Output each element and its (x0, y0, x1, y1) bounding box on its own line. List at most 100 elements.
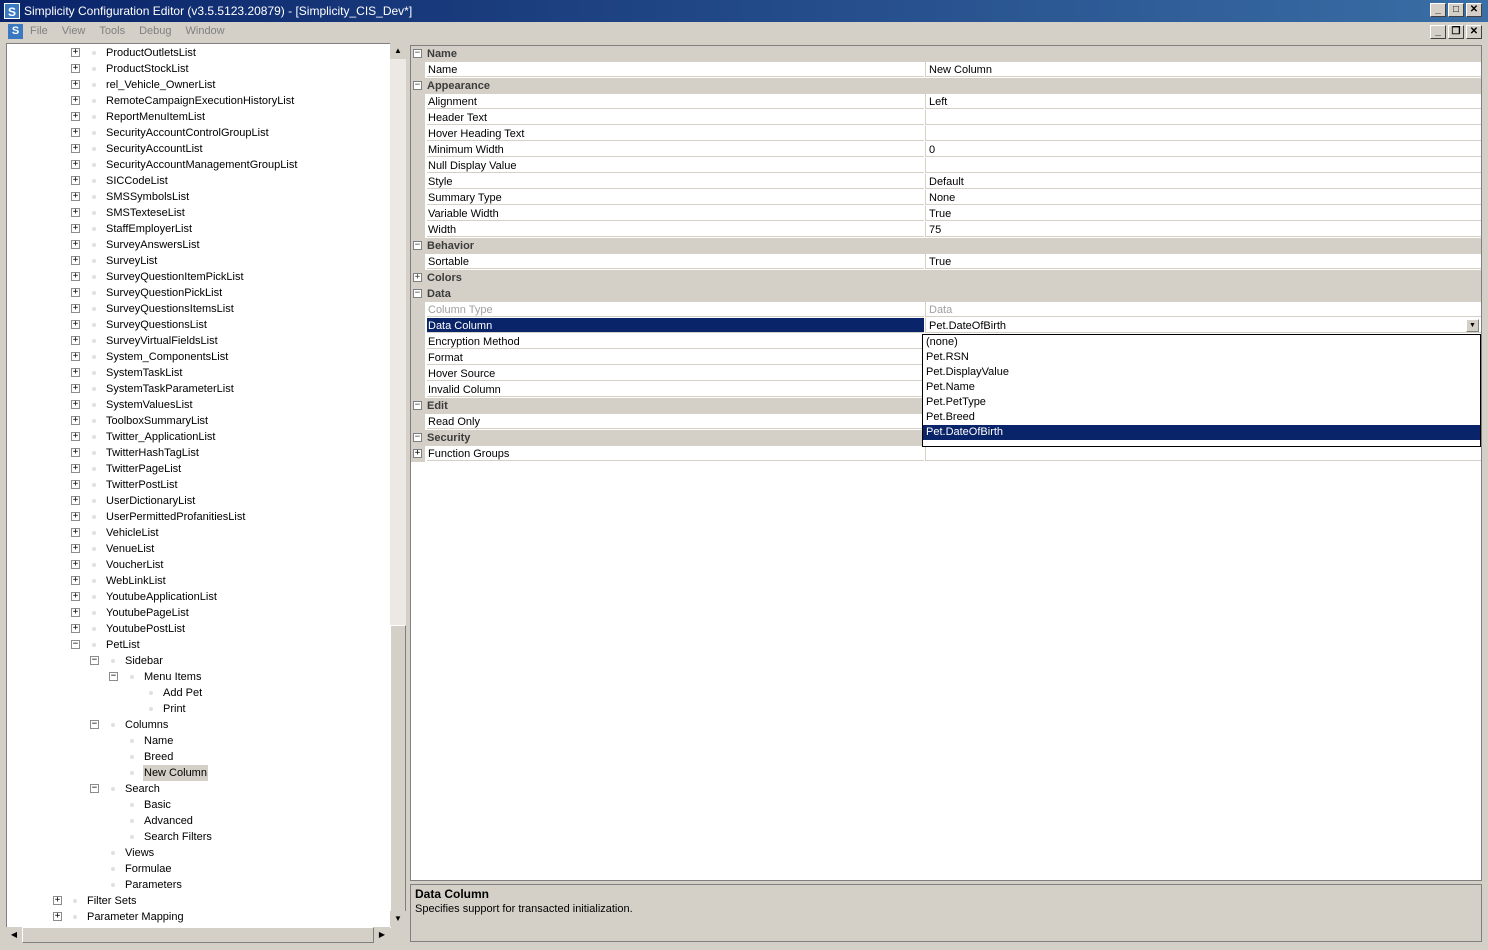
expand-plus-icon[interactable]: + (71, 560, 80, 569)
tree-node-label[interactable]: SurveyList (105, 253, 158, 269)
tree-node-label[interactable]: ReportMenuItemList (105, 109, 206, 125)
property-category[interactable]: + Colors (411, 270, 1481, 286)
tree-node-label[interactable]: VoucherList (105, 557, 164, 573)
property-value[interactable]: New Column (925, 62, 1481, 77)
tree-node-label[interactable]: SystemTaskParameterList (105, 381, 235, 397)
menu-item-file[interactable]: File (30, 25, 48, 37)
tree-node[interactable]: + VenueList (7, 541, 391, 557)
expand-plus-icon[interactable]: + (71, 608, 80, 617)
expand-plus-icon[interactable]: + (71, 240, 80, 249)
tree-node-label[interactable]: Breed (143, 749, 174, 765)
expand-plus-icon[interactable]: + (71, 272, 80, 281)
tree-node-label[interactable]: Name (143, 733, 174, 749)
tree-node[interactable]: + YoutubeApplicationList (7, 589, 391, 605)
tree-node[interactable]: + rel_Vehicle_OwnerList (7, 77, 391, 93)
property-row[interactable]: Name New Column (411, 62, 1481, 78)
property-name[interactable]: Alignment (427, 94, 924, 109)
tree-node-label[interactable]: Twitter_ApplicationList (105, 429, 216, 445)
expand-plus-icon[interactable]: + (71, 544, 80, 553)
tree-node-label[interactable]: WebLinkList (105, 573, 167, 589)
property-name[interactable]: Invalid Column (427, 382, 924, 397)
expand-plus-icon[interactable]: + (71, 384, 80, 393)
property-name[interactable]: Name (427, 62, 924, 77)
tree-node[interactable]: − PetList (7, 637, 391, 653)
expand-plus-icon[interactable]: + (71, 48, 80, 57)
property-value[interactable]: Data (925, 302, 1481, 317)
property-name[interactable]: Header Text (427, 110, 924, 125)
collapse-minus-icon[interactable]: − (413, 401, 422, 410)
data-column-dropdown-list[interactable]: (none) Pet.RSN Pet.DisplayValue Pet.Name Pet… (922, 334, 1481, 447)
tree-node[interactable]: + VoucherList (7, 557, 391, 573)
tree-node-label[interactable]: UserDictionaryList (105, 493, 196, 509)
minimize-button[interactable]: _ (1430, 3, 1446, 17)
property-row[interactable]: Minimum Width 0 (411, 142, 1481, 158)
tree-node[interactable]: + SystemValuesList (7, 397, 391, 413)
tree-node[interactable]: Parameters (7, 877, 391, 893)
expand-plus-icon[interactable]: + (71, 480, 80, 489)
property-name[interactable]: Data Column (427, 318, 924, 333)
tree-node-label[interactable]: VenueList (105, 541, 155, 557)
tree-node[interactable]: + YoutubePageList (7, 605, 391, 621)
tree-node[interactable]: + WebLinkList (7, 573, 391, 589)
tree-node[interactable]: + SurveyList (7, 253, 391, 269)
tree-node-label[interactable]: YoutubePageList (105, 605, 190, 621)
expand-plus-icon[interactable]: + (71, 320, 80, 329)
tree-node-label[interactable]: SecurityAccountList (105, 141, 204, 157)
tree-node-label[interactable]: Parameter Mapping (86, 909, 185, 925)
tree-node[interactable]: + SystemTaskList (7, 365, 391, 381)
property-category[interactable]: − Behavior (411, 238, 1481, 254)
tree-node[interactable]: + SMSSymbolsList (7, 189, 391, 205)
expand-plus-icon[interactable]: + (71, 128, 80, 137)
collapse-minus-icon[interactable]: − (90, 720, 99, 729)
expand-plus-icon[interactable]: + (71, 256, 80, 265)
tree-node[interactable]: + RemoteCampaignExecutionHistoryList (7, 93, 391, 109)
tree-node-label[interactable]: SurveyAnswersList (105, 237, 201, 253)
tree-node-label[interactable]: System_ComponentsList (105, 349, 229, 365)
expand-plus-icon[interactable]: + (53, 896, 62, 905)
property-name[interactable]: Function Groups (427, 446, 924, 461)
tree-node[interactable]: + SMSTexteseList (7, 205, 391, 221)
mdi-child-icon[interactable]: S (8, 24, 23, 39)
tree-node[interactable]: + SurveyVirtualFieldsList (7, 333, 391, 349)
expand-plus-icon[interactable]: + (71, 592, 80, 601)
property-name[interactable]: Width (427, 222, 924, 237)
collapse-minus-icon[interactable]: − (90, 656, 99, 665)
tree-node[interactable]: + TwitterPageList (7, 461, 391, 477)
tree-node[interactable]: + YoutubePostList (7, 621, 391, 637)
expand-plus-icon[interactable]: + (71, 336, 80, 345)
tree-node-label[interactable]: Parameters (124, 877, 183, 893)
expand-plus-icon[interactable]: + (71, 528, 80, 537)
dropdown-option[interactable]: (none) (923, 335, 1480, 350)
tree-node-label[interactable]: Print (162, 701, 187, 717)
tree-node-label[interactable]: StaffEmployerList (105, 221, 193, 237)
property-name[interactable]: Summary Type (427, 190, 924, 205)
tree-node[interactable]: Print (7, 701, 391, 717)
property-row[interactable]: Hover Heading Text (411, 126, 1481, 142)
tree-node[interactable]: Name (7, 733, 391, 749)
property-row[interactable]: + Function Groups (411, 446, 1481, 462)
tree-node[interactable]: + SecurityAccountControlGroupList (7, 125, 391, 141)
tree-node-label[interactable]: TwitterHashTagList (105, 445, 200, 461)
expand-plus-icon[interactable]: + (71, 352, 80, 361)
menu-item-view[interactable]: View (62, 25, 86, 37)
expand-plus-icon[interactable]: + (71, 224, 80, 233)
expand-plus-icon[interactable]: + (413, 449, 422, 458)
collapse-minus-icon[interactable]: − (413, 81, 422, 90)
tree-node[interactable]: − Search (7, 781, 391, 797)
tree-node-label[interactable]: rel_Vehicle_OwnerList (105, 77, 216, 93)
tree-node-label[interactable]: SICCodeList (105, 173, 169, 189)
expand-plus-icon[interactable]: + (71, 432, 80, 441)
expand-plus-icon[interactable]: + (71, 400, 80, 409)
property-name[interactable]: Null Display Value (427, 158, 924, 173)
expand-plus-icon[interactable]: + (71, 576, 80, 585)
scroll-up-arrow-icon[interactable]: ▲ (390, 43, 406, 59)
tree-node-label[interactable]: SurveyQuestionItemPickList (105, 269, 245, 285)
scroll-thumb-horizontal[interactable] (22, 927, 374, 943)
collapse-minus-icon[interactable]: − (109, 672, 118, 681)
expand-plus-icon[interactable]: + (71, 288, 80, 297)
tree-node-label[interactable]: ProductOutletsList (105, 45, 197, 61)
tree-node[interactable]: Add Pet (7, 685, 391, 701)
tree-node[interactable]: + TwitterHashTagList (7, 445, 391, 461)
expand-plus-icon[interactable]: + (71, 176, 80, 185)
tree-node-label[interactable]: ProductStockList (105, 61, 190, 77)
